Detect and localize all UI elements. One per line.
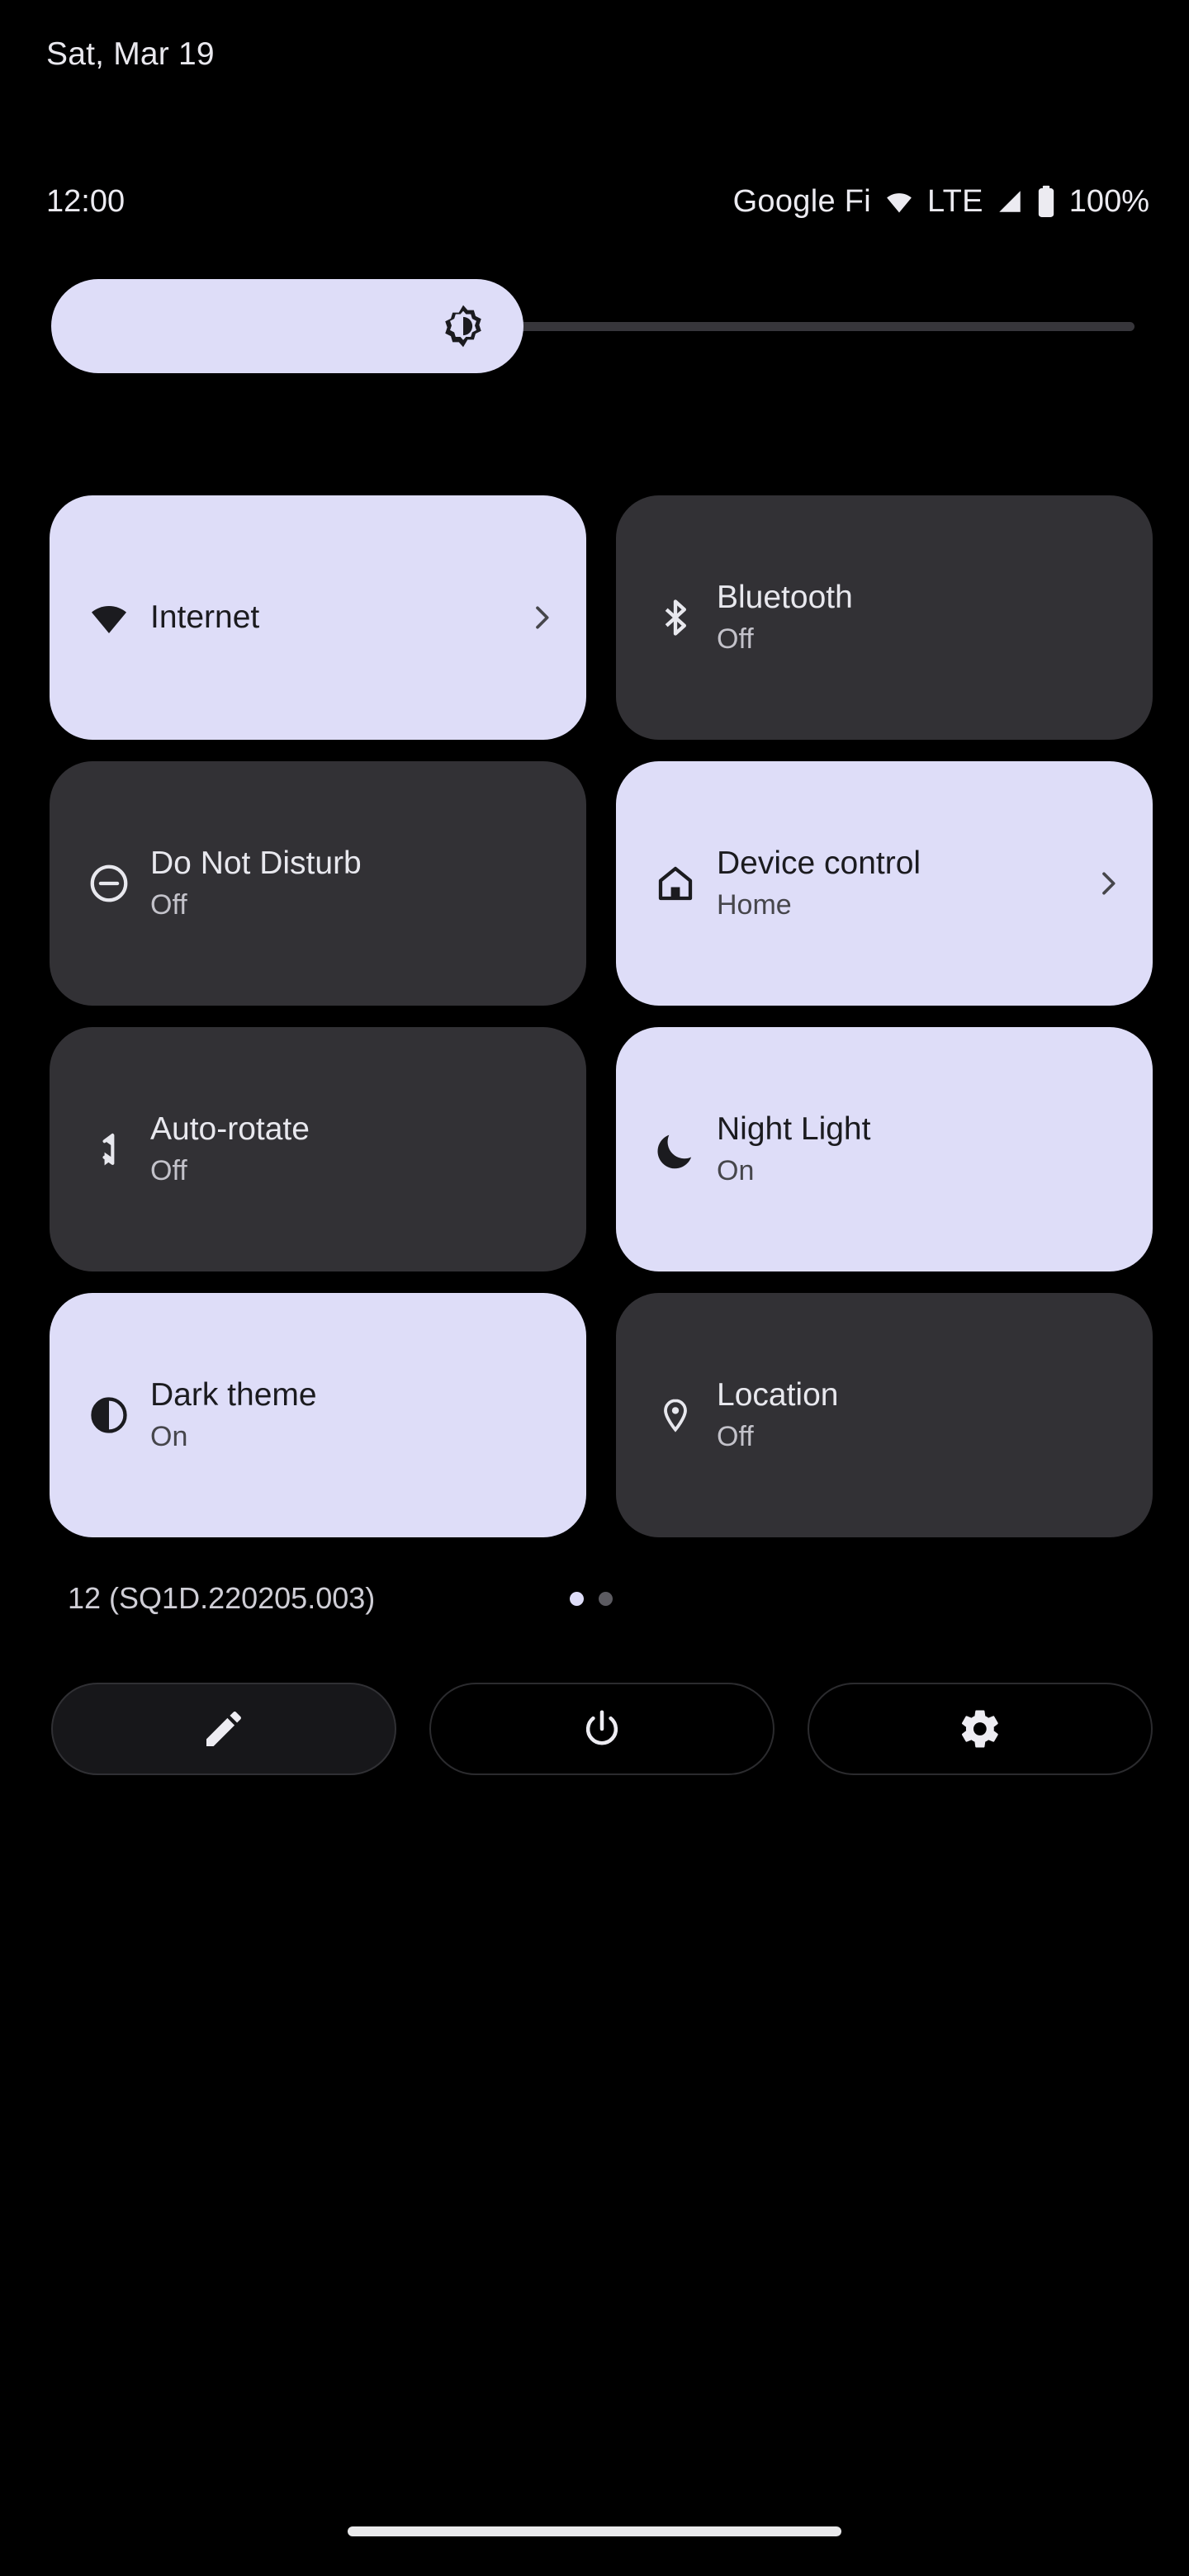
- tile-text-group: Location Off: [717, 1376, 1125, 1455]
- status-icons: Google Fi LTE 100%: [733, 184, 1149, 220]
- wifi-icon: [883, 187, 916, 215]
- wifi-icon: [79, 598, 139, 637]
- bluetooth-icon: [646, 594, 705, 641]
- date-text: Sat, Mar 19: [46, 36, 215, 72]
- brightness-slider[interactable]: [51, 279, 1138, 373]
- tile-dark-theme[interactable]: Dark theme On: [50, 1293, 586, 1537]
- cell-signal-icon: [995, 187, 1025, 215]
- gear-icon: [958, 1707, 1002, 1751]
- network-type-label: LTE: [927, 183, 983, 219]
- power-icon: [580, 1707, 624, 1751]
- quick-settings-panel: Sat, Mar 19 12:00 Google Fi LTE 100% Int…: [0, 0, 1189, 2576]
- chevron-right-icon[interactable]: [525, 601, 558, 634]
- tile-text-group: Internet: [150, 598, 517, 637]
- tile-text-group: Dark theme On: [150, 1376, 558, 1455]
- tile-text-group: Device control Home: [717, 844, 1083, 923]
- tile-subtitle: Off: [717, 623, 754, 655]
- carrier-label: Google Fi: [732, 183, 872, 219]
- moon-icon: [646, 1127, 705, 1172]
- tile-title: Internet: [150, 599, 260, 635]
- page-indicator[interactable]: [570, 1592, 613, 1606]
- tile-subtitle: On: [150, 1421, 188, 1452]
- location-pin-icon: [646, 1392, 705, 1438]
- brightness-icon: [439, 302, 487, 350]
- tile-text-group: Night Light On: [717, 1110, 1125, 1189]
- pencil-icon: [201, 1706, 247, 1752]
- do-not-disturb-icon: [79, 861, 139, 906]
- footer-meta: 12 (SQ1D.220205.003): [0, 1575, 1189, 1622]
- date-header: Sat, Mar 19: [46, 36, 215, 73]
- tile-subtitle: Off: [150, 889, 187, 921]
- tile-text-group: Do Not Disturb Off: [150, 844, 558, 923]
- dark-theme-icon: [79, 1394, 139, 1437]
- tile-internet[interactable]: Internet: [50, 495, 586, 740]
- quick-settings-tiles: Internet Bluetooth Off Do Not Disturb Of…: [50, 495, 1153, 1537]
- page-dot-2[interactable]: [599, 1592, 613, 1606]
- tile-title: Night Light: [717, 1111, 871, 1147]
- status-clock: 12:00: [46, 183, 126, 219]
- tile-title: Location: [717, 1377, 839, 1413]
- brightness-track[interactable]: [514, 322, 1135, 331]
- tile-do-not-disturb[interactable]: Do Not Disturb Off: [50, 761, 586, 1006]
- home-gesture-bar[interactable]: [348, 2526, 841, 2536]
- brightness-fill[interactable]: [51, 279, 523, 373]
- tile-subtitle: Off: [150, 1155, 187, 1186]
- battery-full-icon: [1036, 185, 1056, 218]
- tile-subtitle: Off: [717, 1421, 754, 1452]
- tile-night-light[interactable]: Night Light On: [616, 1027, 1153, 1271]
- home-icon: [646, 861, 705, 906]
- tile-text-group: Bluetooth Off: [717, 578, 1125, 657]
- battery-percent-label: 100%: [1068, 183, 1149, 219]
- tile-bluetooth[interactable]: Bluetooth Off: [616, 495, 1153, 740]
- auto-rotate-icon: [79, 1126, 139, 1172]
- tile-subtitle: On: [717, 1155, 755, 1186]
- tile-title: Bluetooth: [717, 580, 853, 615]
- status-bar: 12:00 Google Fi LTE 100%: [0, 175, 1189, 228]
- build-version-label: 12 (SQ1D.220205.003): [68, 1581, 376, 1615]
- page-dot-1[interactable]: [570, 1592, 584, 1606]
- edit-tiles-button[interactable]: [51, 1683, 396, 1775]
- tile-device-controls[interactable]: Device control Home: [616, 761, 1153, 1006]
- settings-button[interactable]: [808, 1683, 1153, 1775]
- tile-subtitle: Home: [717, 889, 792, 921]
- tile-title: Device control: [717, 845, 921, 881]
- tile-title: Dark theme: [150, 1377, 317, 1413]
- chevron-right-icon[interactable]: [1092, 867, 1125, 900]
- footer-buttons: [51, 1683, 1153, 1775]
- tile-location[interactable]: Location Off: [616, 1293, 1153, 1537]
- tile-text-group: Auto-rotate Off: [150, 1110, 558, 1189]
- tile-title: Auto-rotate: [150, 1111, 310, 1147]
- power-button[interactable]: [429, 1683, 775, 1775]
- tile-title: Do Not Disturb: [150, 845, 362, 881]
- tile-auto-rotate[interactable]: Auto-rotate Off: [50, 1027, 586, 1271]
